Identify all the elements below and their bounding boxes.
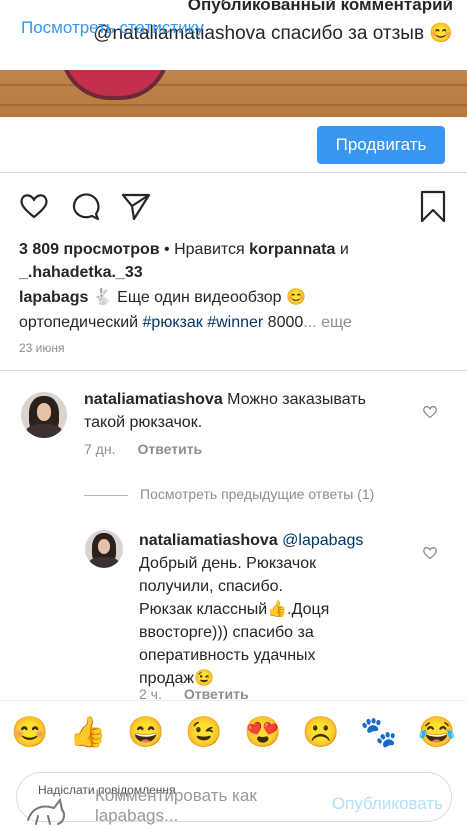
comment-username[interactable]: nataliamatiashova <box>84 391 223 408</box>
liked-by-user[interactable]: _.hahadetka._33 <box>19 264 143 281</box>
section-divider <box>0 370 467 371</box>
reply-button[interactable]: Ответить <box>137 441 202 457</box>
share-icon[interactable] <box>120 190 152 222</box>
comment-meta: 7 дн. Ответить <box>84 441 202 457</box>
replies-line <box>84 494 128 496</box>
promote-button[interactable]: Продвигать <box>317 126 445 164</box>
avatar-face <box>36 403 52 421</box>
avatar-face <box>97 539 111 554</box>
publish-button[interactable]: Опубликовать <box>332 794 443 814</box>
hashtag-link[interactable]: #рюкзак <box>143 314 203 331</box>
post-date: 23 июня <box>19 341 65 355</box>
reply-line: оперативность удачных <box>139 647 316 664</box>
caption-text: ортопедический <box>19 314 143 331</box>
heart-icon[interactable] <box>18 190 50 222</box>
emoji-quick-bar: 😊 👍 😄 😉 😍 ☹️ 🐾 😂 <box>0 700 467 764</box>
comment-composer: Надіслати повідомлення Комментировать ка… <box>0 764 467 829</box>
reply-body: nataliamatiashova @lapabags Добрый день.… <box>139 529 409 690</box>
liked-by-user[interactable]: korpannata <box>249 241 335 258</box>
caption-text: Еще один видеообзор 😊 <box>112 289 306 306</box>
wood-texture <box>0 104 467 106</box>
bookmark-icon[interactable] <box>419 190 447 224</box>
emoji-button[interactable]: 😍 <box>244 715 281 751</box>
caption-text: 8000 <box>263 314 304 331</box>
caption-username[interactable]: lapabags <box>19 289 88 306</box>
emoji-button[interactable]: 😂 <box>418 715 455 751</box>
comment-icon[interactable] <box>70 190 102 222</box>
emoji-button[interactable]: 😄 <box>127 715 164 751</box>
view-previous-replies[interactable]: Посмотреть предыдущие ответы (1) <box>84 486 374 502</box>
reply-line: Добрый день. Рюкзачок <box>139 555 317 572</box>
view-insights-link[interactable]: Посмотреть статистику <box>21 18 204 38</box>
emoji-button[interactable]: 🐾 <box>360 715 397 751</box>
views-count[interactable]: 3 809 просмотров <box>19 241 160 258</box>
reply-line: Рюкзак классный👍.Доця <box>139 601 330 618</box>
wood-texture <box>0 84 467 86</box>
views-and-likes: 3 809 просмотров • Нравится korpannata и… <box>19 238 449 284</box>
reply-line: получили, спасибо. <box>139 578 283 595</box>
emoji-button[interactable]: 😉 <box>185 715 222 751</box>
comment-text: Можно заказывать <box>222 391 366 408</box>
emoji-button[interactable]: 😊 <box>11 715 48 751</box>
emoji-button[interactable]: 👍 <box>69 715 106 751</box>
liked-by-prefix: • Нравится <box>159 241 250 258</box>
comment-time: 7 дн. <box>84 441 116 457</box>
caption-more-link[interactable]: ... еще <box>303 314 352 331</box>
avatar-body <box>88 556 120 568</box>
reply-like-heart-icon[interactable] <box>422 545 438 561</box>
reply-line: ввосторге))) спасибо за <box>139 624 314 641</box>
rabbit-emoji: 🐇 <box>92 289 113 306</box>
cat-sticker-icon <box>27 797 66 825</box>
comment-placeholder: Комментировать как lapabags... <box>95 786 257 825</box>
reply-line: продаж😉 <box>139 670 214 687</box>
post-action-bar <box>0 190 467 226</box>
mention-link[interactable]: @lapabags <box>278 532 363 549</box>
avatar[interactable] <box>21 392 67 438</box>
comment-like-heart-icon[interactable] <box>422 404 438 420</box>
banner-title: Опубликованный комментарий <box>187 0 453 14</box>
avatar-body <box>25 424 63 438</box>
reply-username[interactable]: nataliamatiashova <box>139 532 278 549</box>
hashtag-link[interactable]: #winner <box>203 314 263 331</box>
view-previous-label: Посмотреть предыдущие ответы (1) <box>140 486 375 502</box>
comment-text: такой рюкзачок. <box>84 414 203 431</box>
avatar[interactable] <box>85 530 123 568</box>
emoji-button[interactable]: ☹️ <box>302 715 339 751</box>
comment-body: nataliamatiashova Можно заказывать такой… <box>84 388 414 434</box>
post-caption: lapabags 🐇 Еще один видеообзор 😊 ортопед… <box>19 285 449 335</box>
liked-by-and: и <box>335 241 349 258</box>
